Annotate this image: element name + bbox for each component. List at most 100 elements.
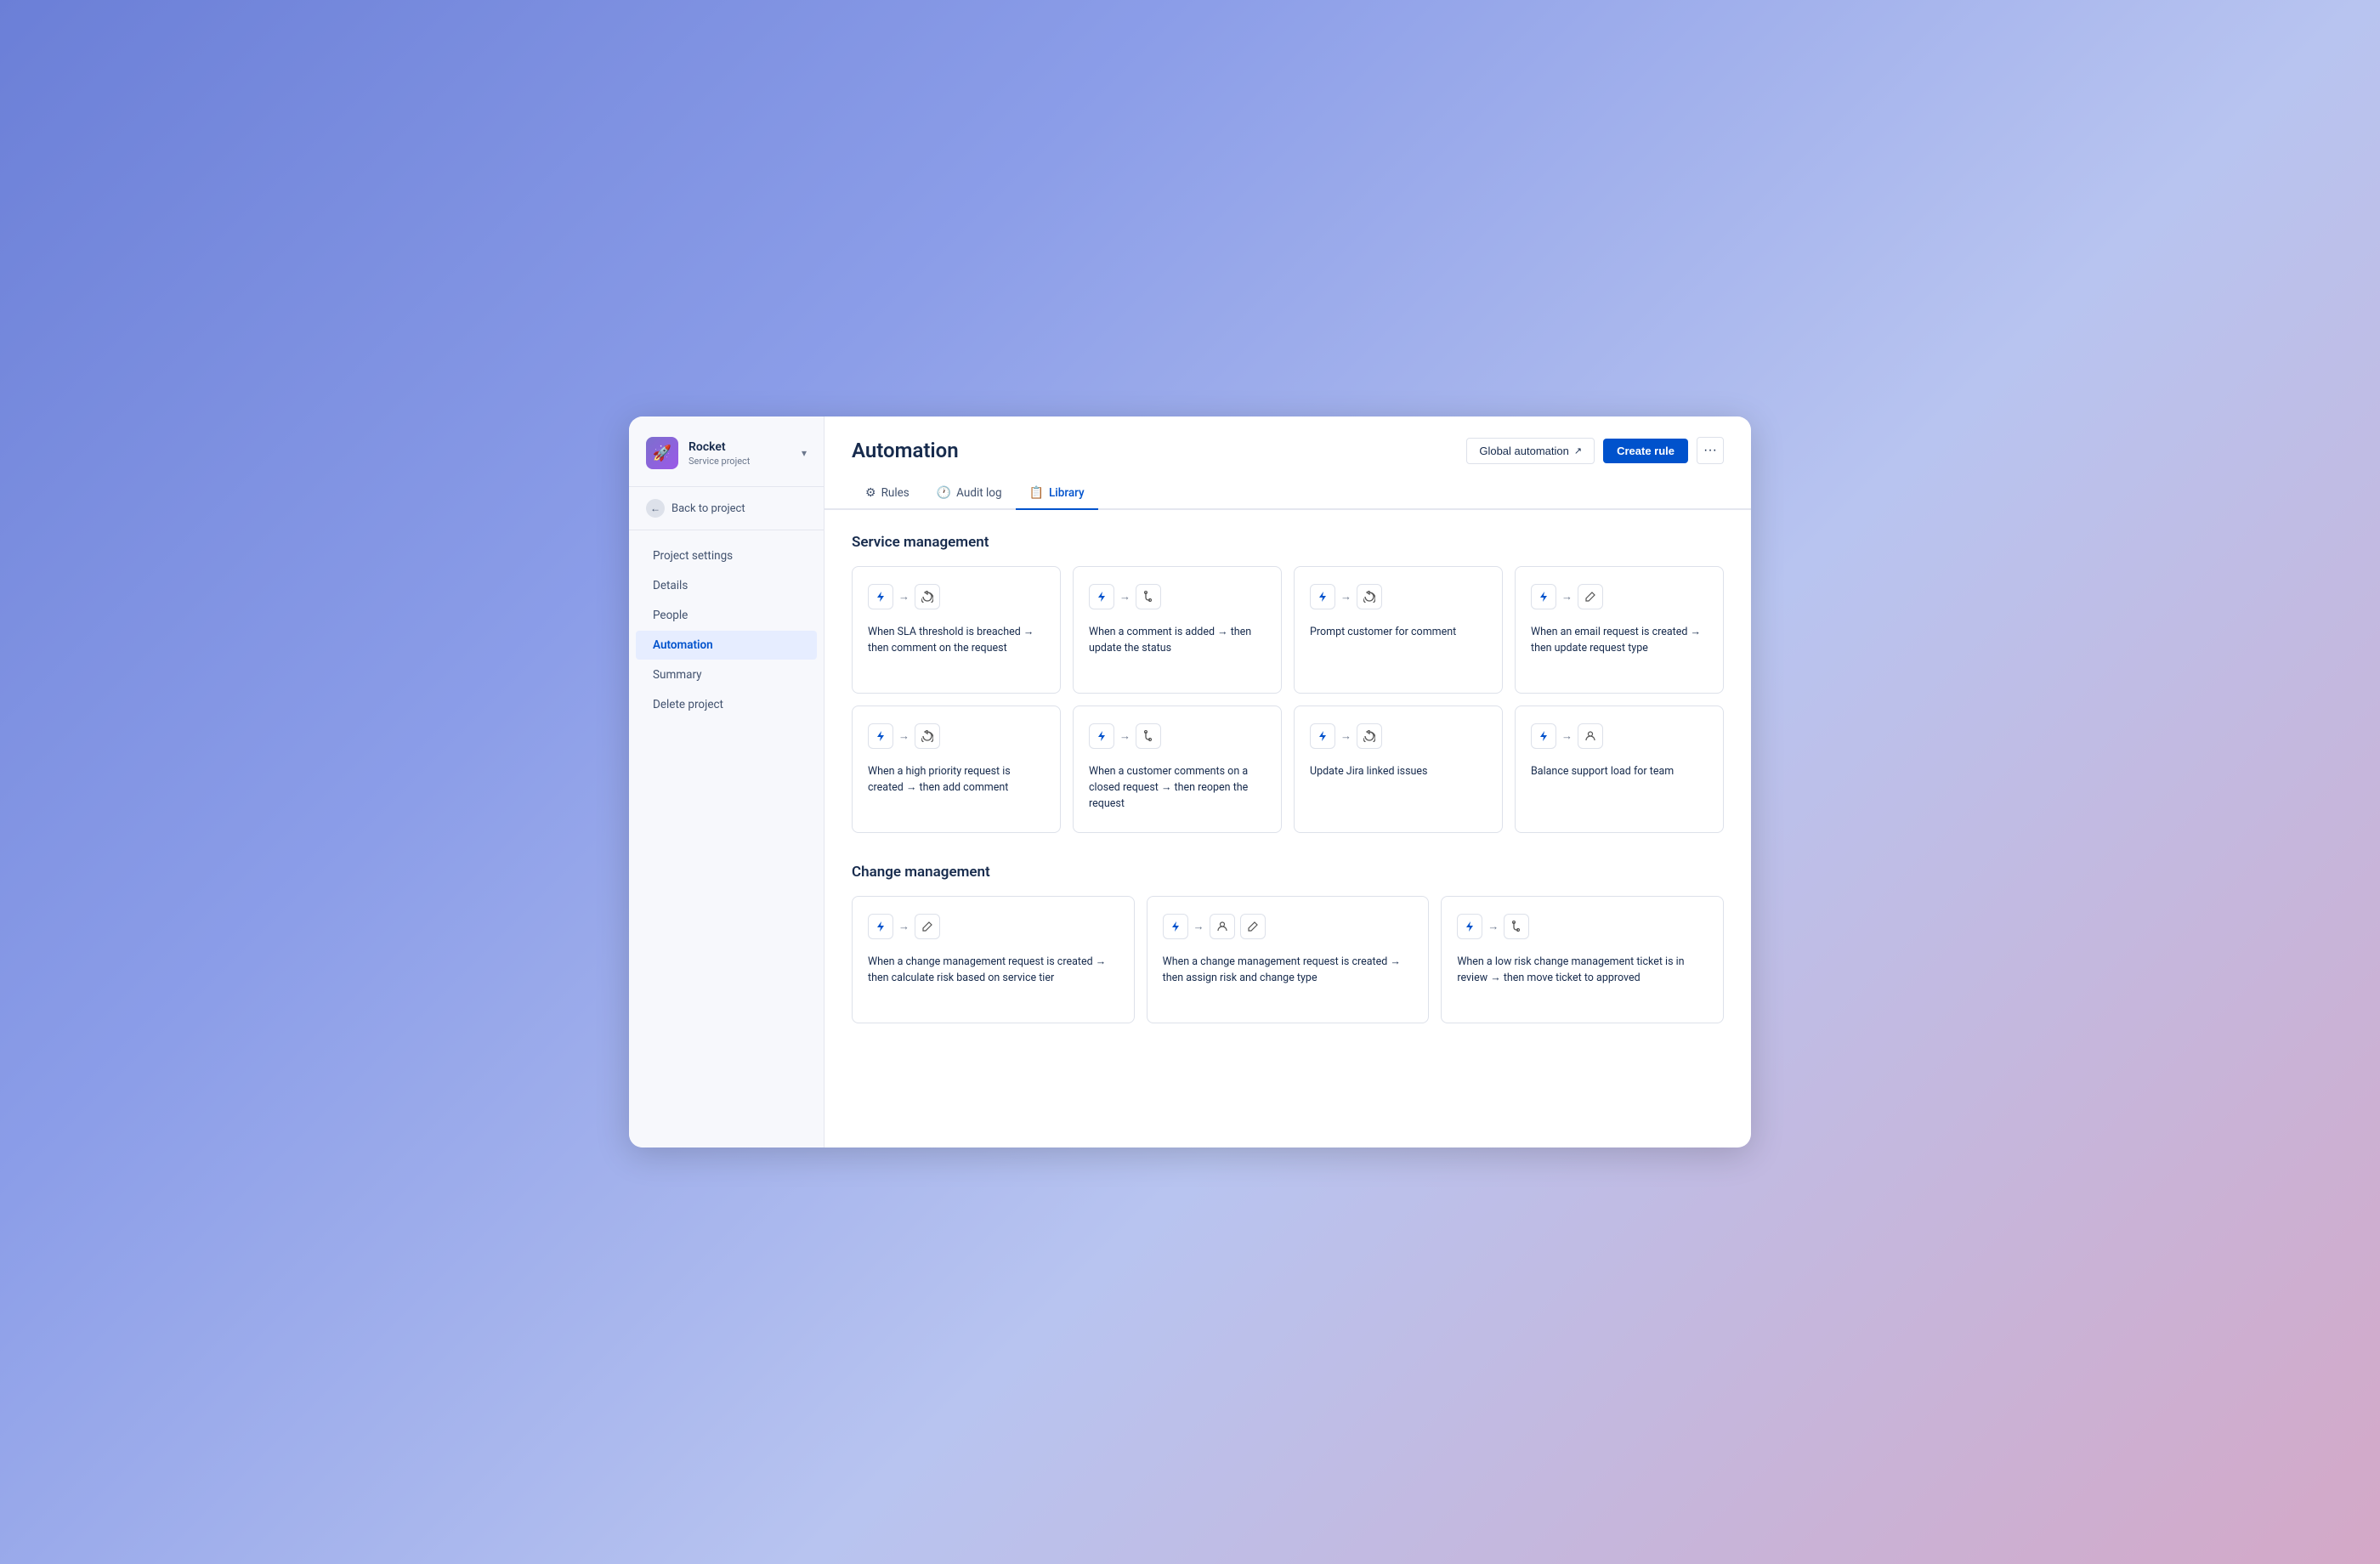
project-type: Service project — [688, 456, 791, 467]
edit-icon — [915, 914, 940, 939]
rule-card-prompt-customer[interactable]: → Prompt customer for comment — [1294, 566, 1503, 694]
tab-rules-label: Rules — [881, 486, 910, 500]
library-icon: 📋 — [1029, 486, 1044, 500]
card-icons: → — [1531, 723, 1708, 749]
more-options-button[interactable]: ··· — [1697, 437, 1724, 464]
tabs-bar: ⚙ Rules 🕐 Audit log 📋 Library — [824, 464, 1751, 510]
page-title: Automation — [852, 439, 959, 462]
service-management-title: Service management — [852, 534, 1724, 551]
create-rule-button[interactable]: Create rule — [1603, 439, 1688, 463]
card-icons: → — [1310, 723, 1487, 749]
rule-card-update-jira[interactable]: → Update Jira linked issues — [1294, 706, 1503, 833]
lightning-icon — [868, 723, 893, 749]
change-management-title: Change management — [852, 864, 1724, 881]
edit-icon — [1578, 584, 1603, 609]
rule-card-balance-support[interactable]: → Balance support load for team — [1515, 706, 1724, 833]
arrow-icon: → — [1340, 590, 1352, 604]
lightning-icon — [1457, 914, 1482, 939]
lightning-icon — [1310, 723, 1335, 749]
sidebar-nav: Project settings Details People Automati… — [629, 541, 824, 720]
sidebar-item-people[interactable]: People — [636, 601, 817, 630]
card-text: When a high priority request is created … — [868, 764, 1045, 796]
lightning-icon — [1310, 584, 1335, 609]
rule-card-low-risk[interactable]: → When a low risk change management tick… — [1441, 896, 1724, 1023]
card-icons: → — [868, 584, 1045, 609]
tab-audit-log[interactable]: 🕐 Audit log — [923, 478, 1016, 510]
card-text: Prompt customer for comment — [1310, 625, 1487, 641]
person-icon — [1578, 723, 1603, 749]
external-link-icon: ↗ — [1574, 445, 1582, 456]
tab-library-label: Library — [1049, 486, 1085, 500]
branch-icon — [1136, 584, 1161, 609]
lightning-icon — [1531, 723, 1556, 749]
audit-log-icon: 🕐 — [937, 486, 951, 500]
rule-card-change-assign[interactable]: → When a change management request is cr… — [1147, 896, 1430, 1023]
sidebar-item-summary[interactable]: Summary — [636, 660, 817, 689]
card-icons: → — [1089, 584, 1266, 609]
card-icons: → — [1531, 584, 1708, 609]
refresh-icon — [915, 584, 940, 609]
person-icon — [1210, 914, 1235, 939]
sidebar-item-delete-project[interactable]: Delete project — [636, 690, 817, 719]
arrow-icon: → — [1193, 920, 1204, 933]
card-text: When an email request is created → then … — [1531, 625, 1708, 657]
edit-icon — [1240, 914, 1266, 939]
refresh-icon — [1357, 723, 1382, 749]
rule-card-sla-threshold[interactable]: → When SLA threshold is breached → then … — [852, 566, 1061, 694]
sidebar-header: 🚀 Rocket Service project ▾ — [629, 437, 824, 487]
tab-rules[interactable]: ⚙ Rules — [852, 478, 923, 510]
card-icons: → — [1163, 914, 1414, 939]
sidebar-item-project-settings[interactable]: Project settings — [636, 541, 817, 570]
tab-library[interactable]: 📋 Library — [1016, 478, 1098, 510]
branch-icon — [1136, 723, 1161, 749]
arrow-icon: → — [1119, 729, 1130, 743]
card-icons: → — [868, 914, 1119, 939]
card-text: Balance support load for team — [1531, 764, 1708, 780]
lightning-icon — [1089, 723, 1114, 749]
sidebar: 🚀 Rocket Service project ▾ ← Back to pro… — [629, 416, 824, 1148]
project-info: Rocket Service project — [688, 439, 791, 466]
rule-card-email-request[interactable]: → When an email request is created → the… — [1515, 566, 1724, 694]
arrow-icon: → — [898, 590, 910, 604]
rule-card-customer-closed[interactable]: → When a customer comments on a closed r… — [1073, 706, 1282, 833]
service-management-section: Service management → When SLA thr — [852, 534, 1724, 833]
rule-card-change-risk[interactable]: → When a change management request is cr… — [852, 896, 1135, 1023]
sidebar-item-automation[interactable]: Automation — [636, 631, 817, 660]
project-avatar: 🚀 — [646, 437, 678, 469]
arrow-icon: → — [898, 920, 910, 933]
main-header: Automation Global automation ↗ Create ru… — [824, 416, 1751, 464]
arrow-icon: → — [1119, 590, 1130, 604]
card-text: When a customer comments on a closed req… — [1089, 764, 1266, 812]
lightning-icon — [1089, 584, 1114, 609]
lightning-icon — [1531, 584, 1556, 609]
refresh-icon — [915, 723, 940, 749]
service-management-grid: → When SLA threshold is breached → then … — [852, 566, 1724, 833]
sidebar-item-details[interactable]: Details — [636, 571, 817, 600]
arrow-icon: → — [1488, 920, 1499, 933]
header-actions: Global automation ↗ Create rule ··· — [1466, 437, 1724, 464]
global-automation-button[interactable]: Global automation ↗ — [1466, 438, 1595, 464]
chevron-down-icon[interactable]: ▾ — [802, 447, 807, 459]
content-area: Service management → When SLA thr — [824, 510, 1751, 1148]
project-name: Rocket — [688, 439, 791, 455]
back-label: Back to project — [672, 502, 745, 515]
card-text: When SLA threshold is breached → then co… — [868, 625, 1045, 657]
arrow-icon: → — [1561, 729, 1572, 743]
change-management-grid: → When a change management request is cr… — [852, 896, 1724, 1023]
arrow-icon: → — [1561, 590, 1572, 604]
back-arrow-icon: ← — [646, 499, 665, 518]
lightning-icon — [868, 584, 893, 609]
change-management-section: Change management → When a change — [852, 864, 1724, 1023]
tab-audit-log-label: Audit log — [956, 486, 1001, 500]
rule-card-high-priority[interactable]: → When a high priority request is create… — [852, 706, 1061, 833]
back-to-project-link[interactable]: ← Back to project — [629, 487, 824, 530]
ellipsis-icon: ··· — [1703, 443, 1717, 458]
rule-card-comment-status[interactable]: → When a comment is added → then update … — [1073, 566, 1282, 694]
card-icons: → — [1089, 723, 1266, 749]
card-icons: → — [868, 723, 1045, 749]
card-text: Update Jira linked issues — [1310, 764, 1487, 780]
arrow-icon: → — [1340, 729, 1352, 743]
card-text: When a change management request is crea… — [868, 955, 1119, 987]
app-container: 🚀 Rocket Service project ▾ ← Back to pro… — [629, 416, 1751, 1148]
refresh-icon — [1357, 584, 1382, 609]
